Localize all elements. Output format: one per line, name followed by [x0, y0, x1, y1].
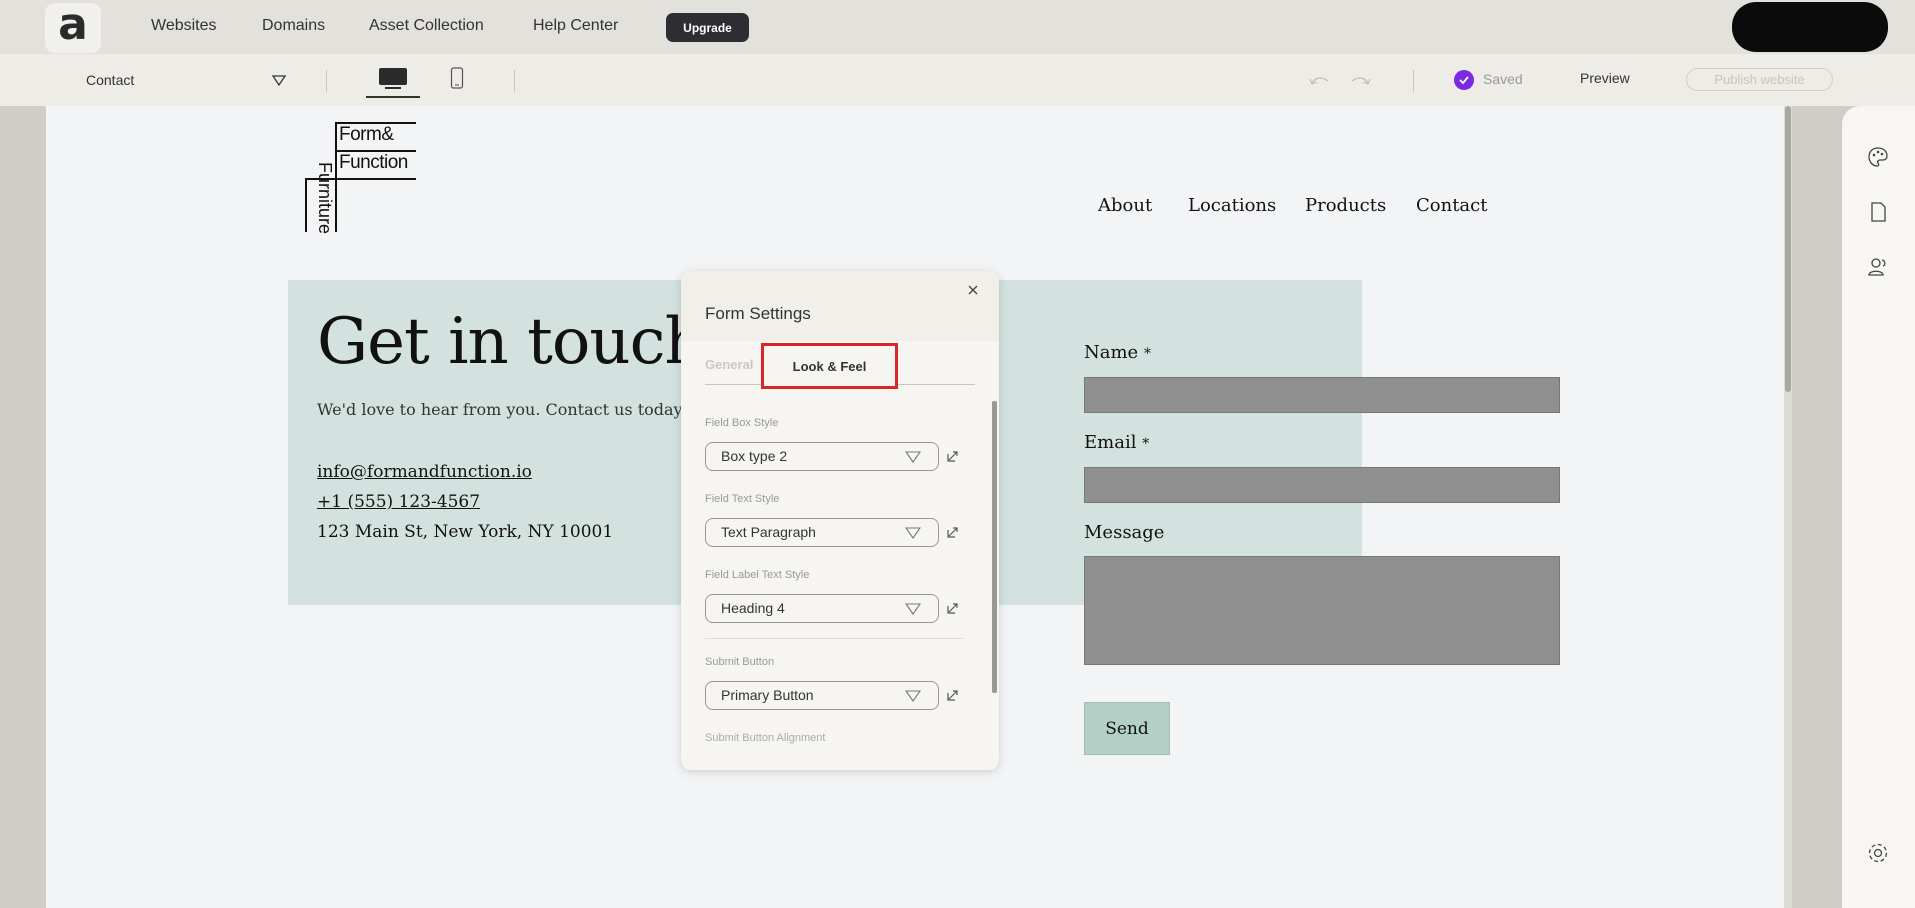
chevron-down-icon — [905, 527, 921, 539]
page-icon[interactable] — [1866, 200, 1890, 224]
preview-button[interactable]: Preview — [1580, 70, 1630, 86]
page-select[interactable]: Contact — [86, 72, 134, 88]
submit-button-select[interactable]: Primary Button — [705, 681, 939, 710]
field-text-style-label: Field Text Style — [705, 493, 780, 505]
undo-redo-icons[interactable] — [1308, 72, 1372, 88]
site-brand-logo[interactable]: Form& Function Furniture — [305, 122, 425, 235]
check-icon — [1454, 70, 1474, 90]
site-nav-products[interactable]: Products — [1305, 195, 1386, 216]
canvas-scrollbar-thumb[interactable] — [1785, 106, 1791, 392]
right-tool-panel — [1842, 106, 1915, 908]
tab-look-and-feel[interactable]: Look & Feel — [761, 343, 898, 389]
nav-asset-collection[interactable]: Asset Collection — [369, 17, 484, 35]
settings-scrollbar[interactable] — [992, 401, 997, 693]
app-logo-glyph: a — [58, 0, 88, 50]
hero-subtitle: We'd love to hear from you. Contact us t… — [317, 400, 690, 419]
form-settings-panel: Form Settings General Look & Feel Field … — [681, 271, 999, 770]
toolbar-divider — [326, 70, 327, 92]
palette-icon[interactable] — [1866, 145, 1890, 169]
submit-alignment-label: Submit Button Alignment — [705, 732, 826, 744]
site-nav-contact[interactable]: Contact — [1416, 195, 1487, 216]
desktop-icon — [379, 68, 407, 89]
saved-status: Saved — [1483, 71, 1523, 87]
upgrade-button[interactable]: Upgrade — [666, 13, 749, 42]
account-avatar[interactable] — [1732, 2, 1888, 52]
external-edit-icon[interactable] — [946, 688, 960, 702]
top-nav-bar: a Websites Domains Asset Collection Help… — [0, 0, 1915, 54]
address-text: 123 Main St, New York, NY 10001 — [317, 522, 614, 542]
hero-title: Get in touch — [317, 305, 706, 379]
message-textarea[interactable] — [1084, 556, 1560, 665]
field-label-text-style-label: Field Label Text Style — [705, 569, 810, 581]
toolbar-divider — [1413, 70, 1414, 92]
brand-vertical: Furniture — [315, 162, 335, 235]
tab-general[interactable]: General — [705, 357, 753, 372]
chevron-down-icon[interactable] — [270, 71, 288, 89]
field-label-text-style-select[interactable]: Heading 4 — [705, 594, 939, 623]
email-input[interactable] — [1084, 467, 1560, 503]
settings-divider — [705, 638, 963, 639]
submit-button-label: Submit Button — [705, 656, 775, 668]
field-text-style-select[interactable]: Text Paragraph — [705, 518, 939, 547]
email-link[interactable]: info@formandfunction.io — [317, 462, 532, 482]
nav-help-center[interactable]: Help Center — [533, 17, 618, 35]
phone-link[interactable]: +1 (555) 123-4567 — [317, 492, 480, 512]
chevron-down-icon — [905, 690, 921, 702]
nav-websites[interactable]: Websites — [151, 17, 217, 35]
desktop-view-button[interactable] — [366, 62, 420, 98]
chevron-down-icon — [905, 603, 921, 615]
message-field-label: Message — [1084, 522, 1165, 543]
mobile-view-button[interactable] — [448, 64, 466, 92]
close-icon[interactable] — [966, 283, 980, 297]
field-box-style-label: Field Box Style — [705, 417, 779, 429]
chevron-down-icon — [905, 451, 921, 463]
field-box-style-select[interactable]: Box type 2 — [705, 442, 939, 471]
name-field-label: Name * — [1084, 342, 1151, 363]
mobile-icon — [450, 67, 464, 89]
nav-domains[interactable]: Domains — [262, 17, 325, 35]
external-edit-icon[interactable] — [946, 449, 960, 463]
site-nav-locations[interactable]: Locations — [1188, 195, 1276, 216]
gear-icon[interactable] — [1866, 841, 1890, 865]
app-logo[interactable]: a — [45, 3, 101, 53]
email-field-label: Email * — [1084, 432, 1150, 453]
toolbar-divider — [514, 70, 515, 92]
users-icon[interactable] — [1866, 255, 1890, 279]
publish-website-button[interactable]: Publish website — [1686, 68, 1833, 91]
brand-line2: Function — [339, 152, 408, 173]
brand-line1: Form& — [339, 124, 394, 145]
send-button[interactable]: Send — [1084, 702, 1170, 755]
external-edit-icon[interactable] — [946, 601, 960, 615]
site-nav-about[interactable]: About — [1098, 195, 1152, 216]
external-edit-icon[interactable] — [946, 525, 960, 539]
name-input[interactable] — [1084, 377, 1560, 413]
form-settings-title: Form Settings — [705, 304, 811, 323]
